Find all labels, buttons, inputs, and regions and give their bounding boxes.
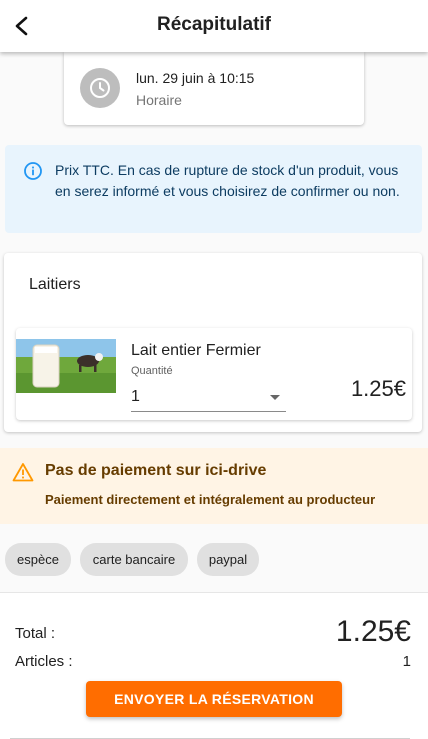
page-title: Récapitulatif (156, 14, 272, 35)
payment-chip-espece[interactable]: espèce (5, 543, 71, 576)
total-value: 1.25€ (335, 615, 411, 648)
payment-chip-paypal[interactable]: paypal (197, 543, 259, 576)
warning-alert: Pas de paiement sur ici-drive Paiement d… (0, 448, 428, 524)
total-label: Total : (15, 625, 56, 642)
payment-chip-carte-bancaire[interactable]: carte bancaire (80, 543, 188, 576)
dropdown-arrow-icon (270, 395, 280, 400)
clock-icon (90, 78, 110, 98)
articles-label: Articles : (15, 653, 73, 670)
category-title: Laitiers (29, 276, 81, 293)
clock-avatar (80, 68, 120, 108)
schedule-label: Horaire (136, 92, 182, 108)
warning-title: Pas de paiement sur ici-drive (45, 462, 267, 479)
product-name: Lait entier Fermier (131, 342, 261, 359)
warning-icon (12, 463, 34, 482)
order-footer: Total : 1.25€ Articles : 1 ENVOYER LA RÉ… (0, 592, 428, 739)
articles-value: 1 (402, 653, 411, 670)
quantity-label: Quantité (131, 365, 173, 377)
info-alert: Prix TTC. En cas de rupture de stock d'u… (5, 145, 422, 233)
app-bar: Récapitulatif (0, 0, 428, 52)
warning-subtitle: Paiement directement et intégralement au… (45, 492, 376, 507)
quantity-value: 1 (131, 388, 140, 405)
info-text: Prix TTC. En cas de rupture de stock d'u… (55, 162, 400, 199)
product-card: Lait entier Fermier Quantité 1 1.25€ (16, 328, 412, 420)
schedule-card: lun. 29 juin à 10:15 Horaire (64, 52, 364, 125)
product-image (16, 339, 116, 393)
category-card: Laitiers Lait entier Fermier Quantité 1 … (4, 253, 422, 432)
send-reservation-button[interactable]: ENVOYER LA RÉSERVATION (86, 681, 342, 717)
info-icon (24, 162, 42, 180)
quantity-select[interactable]: 1 (131, 382, 286, 412)
schedule-date: lun. 29 juin à 10:15 (136, 70, 255, 86)
product-price: 1.25€ (350, 376, 406, 401)
